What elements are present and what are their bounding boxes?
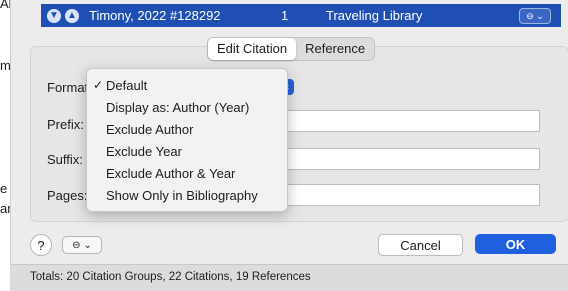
prefix-field[interactable] (286, 110, 540, 132)
menu-item-default[interactable]: Default (106, 78, 147, 93)
menu-item-exclude-author-year[interactable]: Exclude Author & Year (106, 166, 235, 181)
format-popup-menu: ✓ Default Display as: Author (Year) Excl… (86, 68, 288, 212)
ok-button[interactable]: OK (475, 234, 556, 254)
menu-item-bibliography-only[interactable]: Show Only in Bibliography (106, 188, 258, 203)
help-button[interactable]: ? (30, 234, 52, 256)
tab-bar: Edit Citation Reference (207, 37, 376, 61)
status-totals: Totals: 20 Citation Groups, 22 Citations… (30, 271, 311, 283)
options-menu-button[interactable]: ⊖ ⌄ (62, 236, 102, 254)
checkmark-icon: ✓ (93, 78, 104, 92)
cancel-button[interactable]: Cancel (378, 234, 463, 256)
suffix-label: Suffix: (47, 152, 83, 167)
move-up-icon[interactable]: ▲ (65, 8, 79, 23)
citation-count: 1 (281, 8, 289, 23)
status-bar: Totals: 20 Citation Groups, 22 Citations… (10, 264, 568, 291)
menu-item-exclude-author[interactable]: Exclude Author (106, 122, 193, 137)
citation-title: Timony, 2022 #128292 (89, 8, 221, 23)
ellipsis-circle-icon[interactable]: ⊖ ⌄ (519, 8, 551, 24)
tab-reference[interactable]: Reference (296, 38, 374, 60)
menu-item-exclude-year[interactable]: Exclude Year (106, 144, 182, 159)
pages-label: Pages: (47, 188, 88, 203)
citation-row-selected[interactable]: ▼ ▲ Timony, 2022 #128292 1 Traveling Lib… (41, 4, 561, 27)
tab-edit-citation[interactable]: Edit Citation (208, 38, 297, 60)
prefix-label: Prefix: (47, 117, 84, 132)
suffix-field[interactable] (286, 148, 540, 170)
chevron-down-icon: ⌄ (83, 239, 92, 251)
pages-field[interactable] (286, 184, 540, 206)
move-down-icon[interactable]: ▼ (47, 8, 61, 23)
citation-library: Traveling Library (326, 8, 423, 23)
menu-item-author-year[interactable]: Display as: Author (Year) (106, 100, 249, 115)
ellipsis-circle-icon: ⊖ (72, 239, 81, 251)
